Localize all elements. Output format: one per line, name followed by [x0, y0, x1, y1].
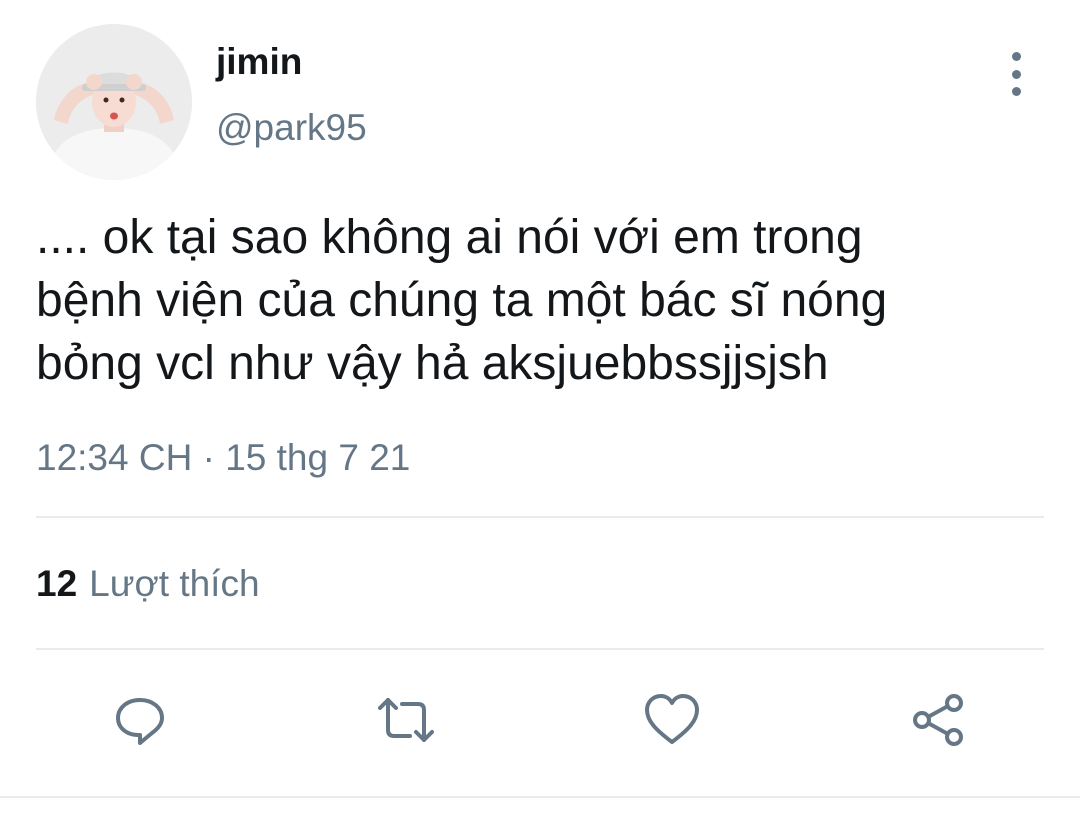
- divider: [36, 648, 1044, 650]
- avatar-image: [36, 24, 192, 180]
- tweet-timestamp[interactable]: 12:34 CH · 15 thg 7 21: [36, 436, 410, 480]
- heart-icon: [645, 694, 699, 744]
- retweet-icon: [378, 698, 434, 742]
- reply-button[interactable]: [110, 690, 170, 750]
- likes-label: Lượt thích: [89, 563, 260, 604]
- more-options-button[interactable]: [996, 52, 1036, 96]
- more-options-icon-dot: [1011, 52, 1021, 61]
- avatar[interactable]: [36, 24, 192, 180]
- more-options-icon-dot: [1011, 69, 1021, 79]
- likes-summary[interactable]: 12 Lượt thích: [36, 562, 260, 606]
- like-button[interactable]: [642, 690, 702, 750]
- retweet-button[interactable]: [376, 690, 436, 750]
- divider: [36, 516, 1044, 518]
- share-button[interactable]: [908, 690, 968, 750]
- likes-count: 12: [36, 563, 78, 604]
- display-name[interactable]: jimin: [216, 40, 302, 84]
- tweet-text: .... ok tại sao không ai nói với em tron…: [36, 211, 888, 390]
- divider: [0, 796, 1080, 798]
- reply-icon: [116, 698, 164, 745]
- share-icon: [913, 694, 963, 746]
- user-handle[interactable]: @park95: [216, 106, 367, 150]
- more-options-icon-dot: [1011, 87, 1021, 96]
